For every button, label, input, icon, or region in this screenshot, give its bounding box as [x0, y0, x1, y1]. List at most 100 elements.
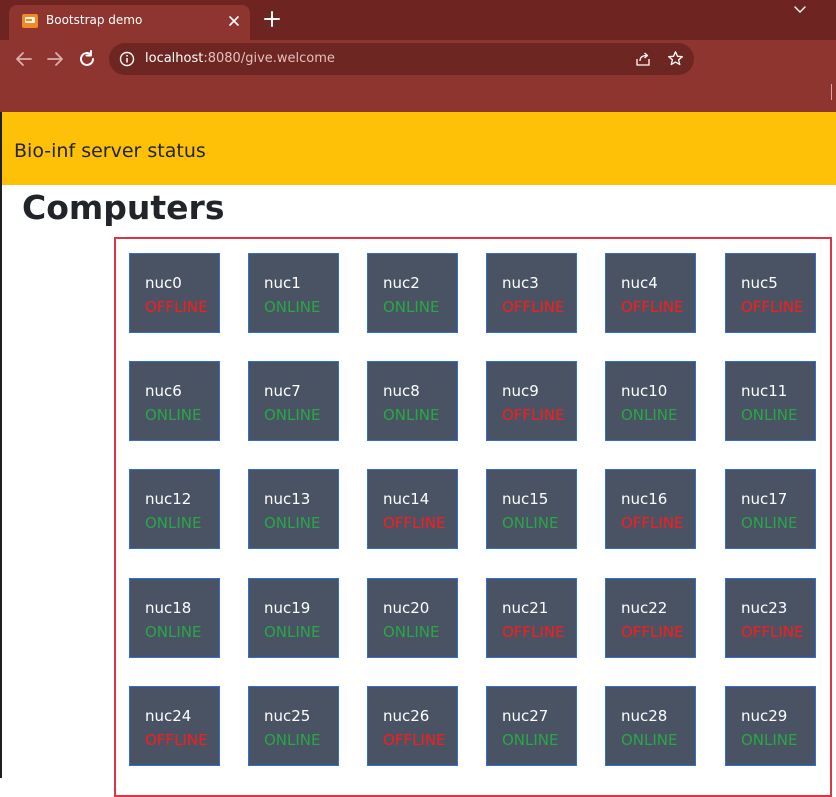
- status-badge: ONLINE: [383, 623, 440, 641]
- status-badge: OFFLINE: [621, 298, 684, 316]
- status-badge: ONLINE: [502, 514, 559, 532]
- status-badge: OFFLINE: [145, 731, 208, 749]
- status-badge: OFFLINE: [741, 298, 804, 316]
- browser-tab[interactable]: Bootstrap demo: [9, 5, 250, 40]
- computer-card: nuc12 ONLINE: [129, 469, 220, 549]
- computer-name: nuc1: [264, 274, 301, 292]
- computer-name: nuc19: [264, 599, 311, 617]
- status-badge: ONLINE: [621, 406, 678, 424]
- computer-card: nuc10 ONLINE: [605, 361, 696, 441]
- status-badge: ONLINE: [741, 514, 798, 532]
- back-arrow-icon[interactable]: [13, 48, 35, 70]
- computer-card: nuc11 ONLINE: [725, 361, 816, 441]
- computer-name: nuc18: [145, 599, 192, 617]
- address-bar[interactable]: localhost:8080/give.welcome: [109, 43, 694, 75]
- computer-card: nuc9 OFFLINE: [486, 361, 577, 441]
- computer-name: nuc10: [621, 382, 668, 400]
- computer-card: nuc0 OFFLINE: [129, 253, 220, 333]
- close-icon[interactable]: [225, 12, 243, 30]
- share-icon[interactable]: [635, 51, 651, 67]
- computer-name: nuc20: [383, 599, 430, 617]
- computer-card: nuc20 ONLINE: [367, 578, 458, 658]
- computer-name: nuc26: [383, 707, 430, 725]
- computer-name: nuc27: [502, 707, 549, 725]
- site-info-icon[interactable]: [119, 51, 135, 67]
- computer-card: nuc3 OFFLINE: [486, 253, 577, 333]
- status-badge: OFFLINE: [502, 623, 565, 641]
- computer-card: nuc27 ONLINE: [486, 686, 577, 766]
- status-badge: ONLINE: [145, 514, 202, 532]
- computer-name: nuc0: [145, 274, 182, 292]
- status-badge: ONLINE: [145, 406, 202, 424]
- status-badge: ONLINE: [383, 406, 440, 424]
- status-badge: ONLINE: [741, 406, 798, 424]
- status-badge: ONLINE: [264, 298, 321, 316]
- computer-name: nuc13: [264, 490, 311, 508]
- computer-name: nuc17: [741, 490, 788, 508]
- computer-card: nuc5 OFFLINE: [725, 253, 816, 333]
- computer-card: nuc21 OFFLINE: [486, 578, 577, 658]
- computer-card: nuc23 OFFLINE: [725, 578, 816, 658]
- computer-name: nuc22: [621, 599, 668, 617]
- tab-strip: Bootstrap demo: [0, 0, 836, 40]
- page-title: Computers: [22, 188, 225, 227]
- computer-card: nuc18 ONLINE: [129, 578, 220, 658]
- computer-name: nuc23: [741, 599, 788, 617]
- computer-card: nuc25 ONLINE: [248, 686, 339, 766]
- star-icon[interactable]: [667, 50, 684, 67]
- status-badge: OFFLINE: [502, 298, 565, 316]
- computer-card: nuc17 ONLINE: [725, 469, 816, 549]
- computer-card: nuc19 ONLINE: [248, 578, 339, 658]
- computer-name: nuc8: [383, 382, 420, 400]
- computer-name: nuc2: [383, 274, 420, 292]
- status-badge: ONLINE: [264, 406, 321, 424]
- status-badge: ONLINE: [383, 298, 440, 316]
- status-badge: ONLINE: [264, 731, 321, 749]
- computer-card: nuc28 ONLINE: [605, 686, 696, 766]
- computer-name: nuc9: [502, 382, 539, 400]
- tab-title: Bootstrap demo: [46, 13, 143, 27]
- computer-name: nuc5: [741, 274, 778, 292]
- status-badge: OFFLINE: [145, 298, 208, 316]
- computer-card: nuc16 OFFLINE: [605, 469, 696, 549]
- status-badge: OFFLINE: [502, 406, 565, 424]
- computer-card: nuc1 ONLINE: [248, 253, 339, 333]
- computer-card: nuc4 OFFLINE: [605, 253, 696, 333]
- status-badge: OFFLINE: [741, 623, 804, 641]
- computer-name: nuc21: [502, 599, 549, 617]
- status-badge: OFFLINE: [383, 514, 446, 532]
- url-host: localhost: [145, 51, 204, 66]
- status-badge: OFFLINE: [383, 731, 446, 749]
- computer-card: nuc8 ONLINE: [367, 361, 458, 441]
- page-left-border: [0, 112, 2, 778]
- status-badge: ONLINE: [264, 623, 321, 641]
- status-badge: OFFLINE: [621, 514, 684, 532]
- computer-name: nuc16: [621, 490, 668, 508]
- computer-card: nuc6 ONLINE: [129, 361, 220, 441]
- computer-card: nuc29 ONLINE: [725, 686, 816, 766]
- computer-name: nuc4: [621, 274, 658, 292]
- computer-card: nuc24 OFFLINE: [129, 686, 220, 766]
- computer-card: nuc26 OFFLINE: [367, 686, 458, 766]
- computer-name: nuc15: [502, 490, 549, 508]
- plus-icon[interactable]: [262, 9, 282, 29]
- browser-chrome: Bootstrap demo localhost:8080/give.welco…: [0, 0, 836, 112]
- reload-icon[interactable]: [76, 48, 98, 70]
- status-badge: ONLINE: [741, 731, 798, 749]
- status-badge: ONLINE: [145, 623, 202, 641]
- computer-name: nuc25: [264, 707, 311, 725]
- computer-name: nuc24: [145, 707, 192, 725]
- url-text[interactable]: localhost:8080/give.welcome: [145, 51, 335, 66]
- computer-name: nuc6: [145, 382, 182, 400]
- computer-name: nuc3: [502, 274, 539, 292]
- forward-arrow-icon[interactable]: [44, 48, 66, 70]
- app-favicon-icon: [22, 14, 38, 28]
- computer-card: nuc2 ONLINE: [367, 253, 458, 333]
- navbar-brand[interactable]: Bio-inf server status: [14, 140, 206, 162]
- computer-name: nuc7: [264, 382, 301, 400]
- computer-card: nuc14 OFFLINE: [367, 469, 458, 549]
- navbar: Bio-inf server status: [2, 112, 836, 185]
- chevron-down-icon[interactable]: [792, 3, 808, 17]
- status-badge: ONLINE: [264, 514, 321, 532]
- status-badge: ONLINE: [502, 731, 559, 749]
